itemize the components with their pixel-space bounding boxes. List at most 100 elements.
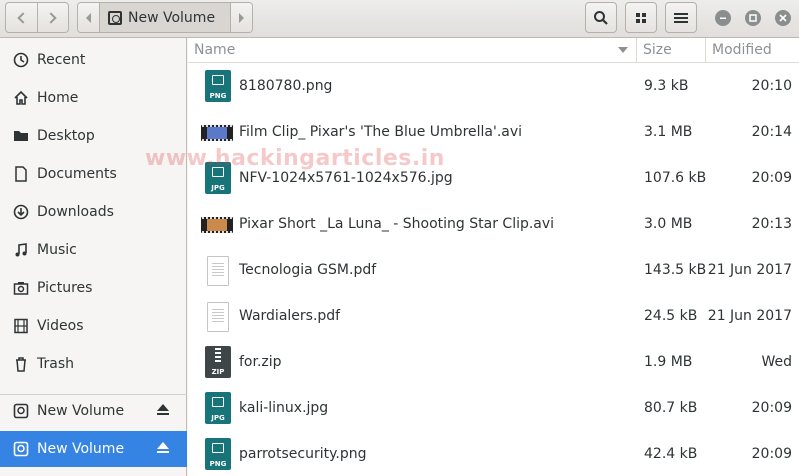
document-icon (12, 165, 30, 183)
search-button[interactable] (585, 2, 617, 33)
pdf-file-icon (207, 256, 229, 286)
trash-icon (12, 355, 30, 373)
film-icon (12, 317, 30, 335)
column-size-header[interactable]: Size (643, 42, 672, 58)
sidebar-item-music[interactable]: Music (0, 232, 187, 268)
file-row[interactable]: JPG kali-linux.jpg 80.7 kB 20:09 (188, 386, 799, 432)
file-modified: 20:09 (751, 170, 792, 186)
drive-icon (108, 10, 122, 25)
minimize-icon (720, 17, 726, 19)
file-size: 80.7 kB (644, 400, 698, 416)
sidebar-item-label: New Volume (37, 403, 125, 419)
sidebar-item-volume-2[interactable]: New Volume (0, 431, 187, 467)
column-modified-header[interactable]: Modified (712, 42, 772, 58)
file-size: 24.5 kB (644, 308, 698, 324)
zip-file-icon: ZIP (205, 346, 231, 378)
path-crumb-current[interactable]: New Volume (100, 3, 230, 32)
file-size: 1.9 MB (644, 354, 693, 370)
image-file-icon: PNG (205, 438, 231, 470)
file-modified: Wed (761, 354, 792, 370)
search-icon (594, 10, 608, 25)
file-row[interactable]: Tecnologia GSM.pdf 143.5 kB 21 Jun 2017 (188, 248, 799, 294)
view-toggle-button[interactable] (625, 2, 657, 33)
sidebar-item-downloads[interactable]: Downloads (0, 194, 187, 230)
file-size: 3.1 MB (644, 124, 693, 140)
path-crumb-label: New Volume (128, 9, 216, 26)
menu-button[interactable] (665, 2, 697, 33)
column-header: Name Size Modified (188, 38, 799, 63)
file-name: parrotsecurity.png (239, 446, 367, 462)
close-button[interactable] (775, 10, 791, 26)
sidebar-item-recent[interactable]: Recent (0, 42, 187, 78)
file-row[interactable]: ZIP for.zip 1.9 MB Wed (188, 340, 799, 386)
video-file-icon (201, 125, 233, 141)
sidebar-item-label: Desktop (37, 128, 95, 144)
header-bar: New Volume (0, 0, 799, 38)
grid-icon (636, 12, 646, 23)
file-size: 42.4 kB (644, 446, 698, 462)
minimize-button[interactable] (715, 10, 731, 26)
column-divider[interactable] (705, 38, 706, 63)
file-row[interactable]: PNG 8180780.png 9.3 kB 20:10 (188, 64, 799, 110)
column-name-header[interactable]: Name (194, 42, 235, 58)
sidebar: Recent Home Desktop Documents Downloads … (0, 38, 187, 476)
sidebar-item-trash[interactable]: Trash (0, 346, 187, 382)
sidebar-item-label: Recent (37, 52, 86, 68)
file-modified: 20:09 (751, 446, 792, 462)
download-icon (12, 203, 30, 221)
clock-icon (12, 51, 30, 69)
watermark: www.hackingarticles.in (145, 146, 445, 171)
sidebar-item-label: New Volume (37, 441, 125, 457)
path-scroll-left-button[interactable] (78, 3, 100, 32)
navigation-buttons (5, 2, 69, 33)
sidebar-item-label: Pictures (37, 280, 93, 296)
file-modified: 21 Jun 2017 (707, 262, 792, 278)
sidebar-item-label: Videos (37, 318, 84, 334)
arrow-left-icon (86, 12, 91, 23)
file-modified: 20:09 (751, 400, 792, 416)
pdf-file-icon (207, 302, 229, 332)
file-row[interactable]: PNG parrotsecurity.png 42.4 kB 20:09 (188, 432, 799, 476)
eject-icon[interactable] (157, 404, 169, 418)
file-name: 8180780.png (239, 78, 333, 94)
camera-icon (12, 279, 30, 297)
video-file-icon (201, 217, 233, 233)
file-modified: 21 Jun 2017 (707, 308, 792, 324)
file-modified: 20:13 (751, 216, 792, 232)
sidebar-item-pictures[interactable]: Pictures (0, 270, 187, 306)
file-list: Name Size Modified PNG 8180780.png 9.3 k… (188, 38, 799, 476)
sidebar-item-videos[interactable]: Videos (0, 308, 187, 344)
sidebar-item-home[interactable]: Home (0, 80, 187, 116)
file-name: Film Clip_ Pixar's 'The Blue Umbrella'.a… (239, 124, 523, 140)
folder-icon (12, 127, 30, 145)
sidebar-item-label: Trash (37, 356, 74, 372)
file-name: Tecnologia GSM.pdf (239, 262, 377, 278)
image-file-icon: PNG (205, 70, 231, 102)
file-size: 9.3 kB (644, 78, 689, 94)
file-size: 107.6 kB (644, 170, 707, 186)
column-divider[interactable] (636, 38, 637, 63)
forward-button[interactable] (36, 3, 68, 32)
maximize-button[interactable] (745, 10, 761, 26)
sidebar-item-volume-1[interactable]: New Volume (0, 393, 187, 429)
sidebar-item-label: Home (37, 90, 79, 106)
file-size: 3.0 MB (644, 216, 693, 232)
eject-icon[interactable] (157, 442, 169, 456)
back-button[interactable] (6, 3, 37, 32)
file-name: kali-linux.jpg (239, 400, 329, 416)
arrow-right-icon (239, 12, 244, 23)
music-icon (12, 241, 30, 259)
sidebar-item-label: Downloads (37, 204, 114, 220)
drive-icon (12, 402, 30, 420)
path-bar: New Volume (77, 2, 253, 33)
sort-descending-icon (618, 47, 628, 53)
sidebar-item-label: Documents (37, 166, 117, 182)
file-row[interactable]: Wardialers.pdf 24.5 kB 21 Jun 2017 (188, 294, 799, 340)
file-name: Wardialers.pdf (239, 308, 341, 324)
file-row[interactable]: Pixar Short _La Luna_ - Shooting Star Cl… (188, 202, 799, 248)
file-modified: 20:10 (751, 78, 792, 94)
image-file-icon: JPG (205, 392, 231, 424)
path-scroll-right-button[interactable] (230, 3, 252, 32)
chevron-right-icon (45, 11, 57, 24)
sidebar-item-label: Music (37, 242, 77, 258)
